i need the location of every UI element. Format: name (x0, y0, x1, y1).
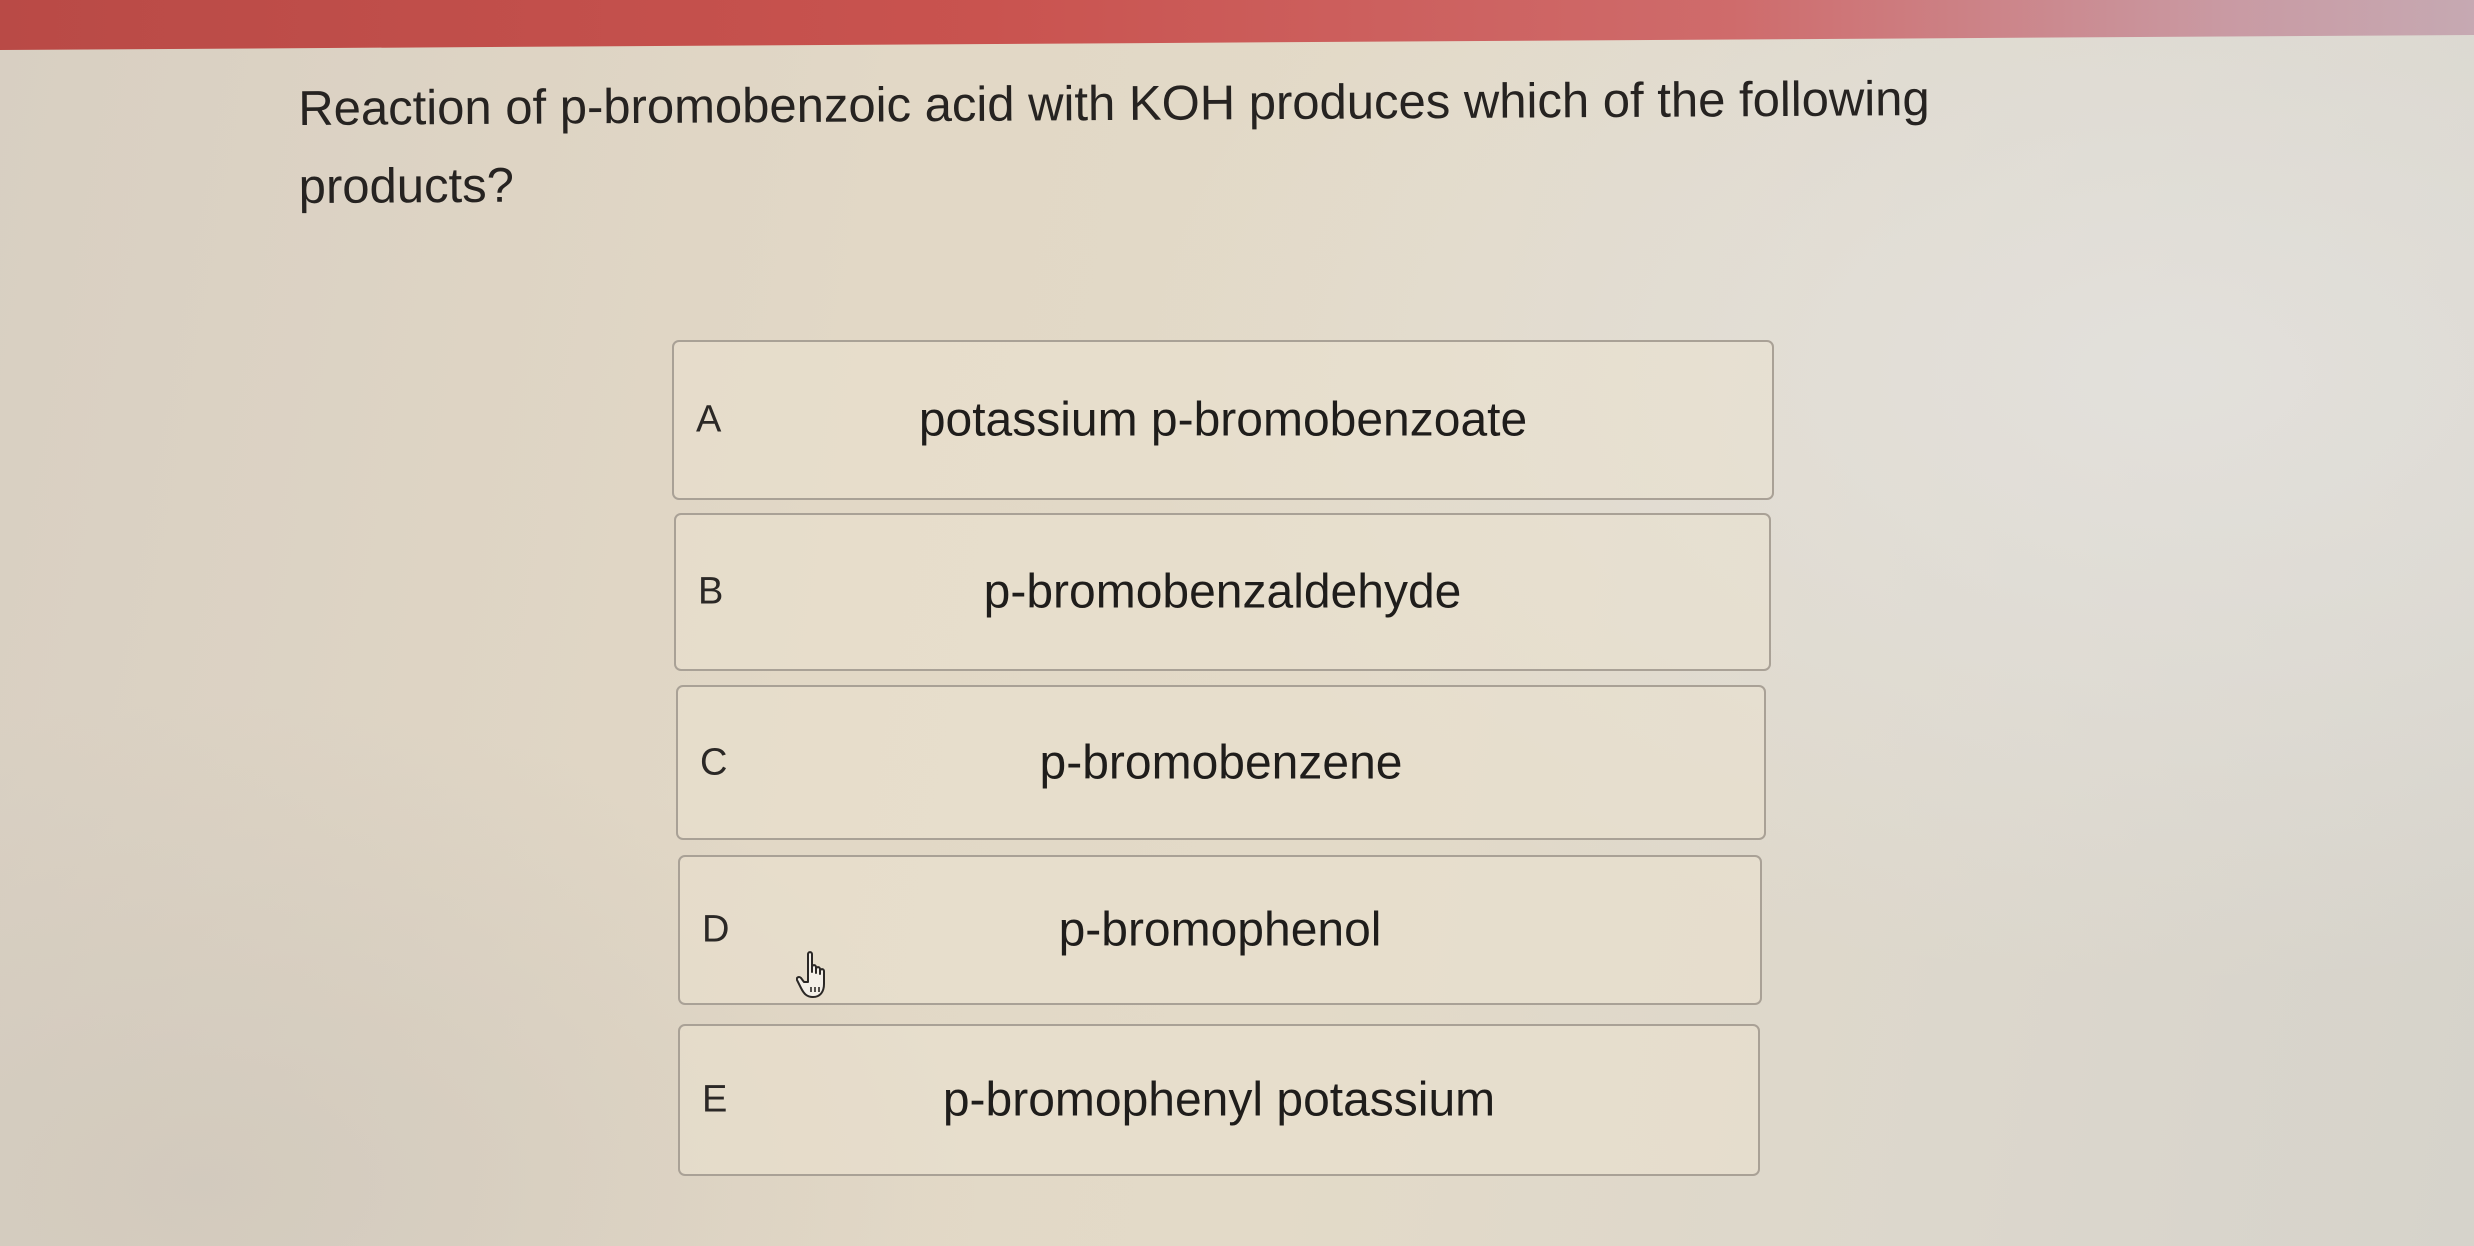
answer-option-c[interactable]: C p-bromobenzene (676, 685, 1766, 840)
option-text: potassium p-bromobenzoate (918, 393, 1528, 447)
answer-option-b[interactable]: B p-bromobenzaldehyde (674, 513, 1771, 671)
option-text: p-bromophenol (1058, 903, 1382, 957)
option-text: p-bromophenyl potassium (942, 1073, 1496, 1127)
answer-option-e[interactable]: E p-bromophenyl potassium (678, 1024, 1760, 1176)
answer-options: A potassium p-bromobenzoate B p-bromoben… (0, 0, 2474, 1246)
option-text: p-bromobenzaldehyde (983, 565, 1462, 619)
answer-option-a[interactable]: A potassium p-bromobenzoate (672, 340, 1774, 500)
option-text: p-bromobenzene (1039, 736, 1403, 789)
hand-pointer-icon (796, 951, 825, 998)
answer-option-d[interactable]: D p-bromophenol (678, 855, 1762, 1005)
